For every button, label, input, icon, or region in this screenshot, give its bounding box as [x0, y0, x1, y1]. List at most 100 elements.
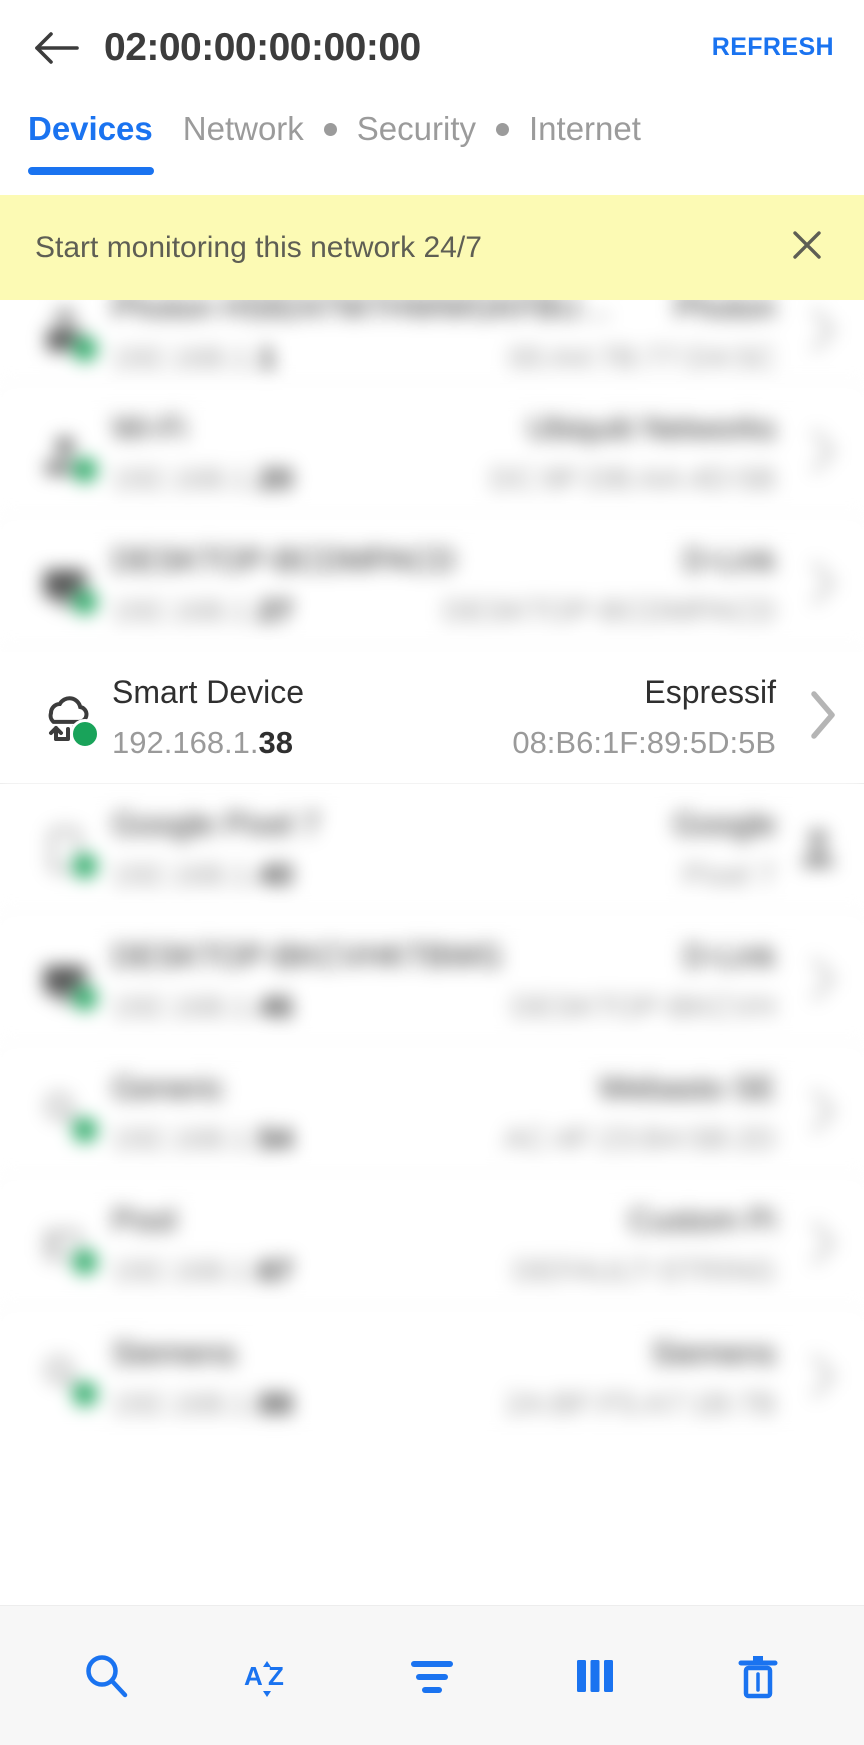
- row-end-slot[interactable]: [782, 559, 838, 612]
- online-status-dot: [70, 1114, 100, 1145]
- device-info: Google Pixel 7 Google 192.168.1.40 Pixel…: [112, 806, 776, 893]
- chevron-right-icon: [808, 1087, 838, 1140]
- row-end-slot[interactable]: [782, 306, 838, 359]
- device-info: Siemens Siemens 192.168.1.88 2A:BF:F5:A7…: [112, 1335, 776, 1422]
- table-row-selected[interactable]: Smart Device Espressif 192.168.1.38 08:B…: [0, 652, 864, 784]
- device-vendor: Custom Pi: [628, 1202, 776, 1238]
- device-mac: 2A:BF:F5:A7:1B:7B: [505, 1385, 776, 1421]
- device-vendor: Ubiquiti Networks: [527, 410, 776, 446]
- row-end-slot[interactable]: [782, 1087, 838, 1140]
- table-row[interactable]: Photon HS8247W7HWWGKFBUNM0-1... Photon 1…: [0, 300, 864, 388]
- device-name: Pool: [112, 1202, 177, 1238]
- tab-internet[interactable]: Internet: [529, 95, 641, 163]
- delete-button[interactable]: [710, 1628, 806, 1724]
- online-status-dot: [70, 850, 100, 881]
- chevron-right-icon: [808, 1352, 838, 1405]
- table-row[interactable]: Wi-Fi Ubiquiti Networks 192.168.1.20 DC:…: [0, 388, 864, 520]
- device-ip: 192.168.1.20: [112, 461, 294, 496]
- device-vendor: D-Link: [683, 542, 776, 578]
- device-icon: [28, 417, 102, 491]
- svg-text:A: A: [244, 1661, 263, 1691]
- search-button[interactable]: [58, 1628, 154, 1724]
- bottom-toolbar: A Z: [0, 1605, 864, 1745]
- device-name: Generic: [112, 1070, 225, 1106]
- chevron-right-icon: [808, 955, 838, 1008]
- device-mac: 08:B6:1F:89:5D:5B: [512, 725, 776, 760]
- device-ip: 192.168.1.27: [112, 593, 294, 628]
- device-mac: DC:9F:DB:AA:4D:5B: [490, 461, 776, 496]
- columns-button[interactable]: [547, 1628, 643, 1724]
- back-button[interactable]: [30, 22, 82, 74]
- tab-devices[interactable]: Devices: [28, 95, 153, 163]
- page-title: 02:00:00:00:00:00: [104, 25, 421, 69]
- chevron-right-icon: [808, 1219, 838, 1272]
- device-mac: DEFAULT-STRING: [513, 1253, 776, 1288]
- device-vendor: Espressif: [644, 674, 776, 710]
- device-icon: [28, 300, 102, 370]
- tab-separator-dot: [496, 122, 510, 136]
- device-vendor: Photon: [674, 300, 776, 325]
- back-arrow-icon: [33, 28, 79, 68]
- columns-icon: [571, 1654, 619, 1698]
- device-name: Photon HS8247W7HWWGKFBUNM0-1...: [112, 300, 632, 325]
- online-status-dot: [70, 586, 100, 617]
- tab-security[interactable]: Security: [357, 95, 476, 163]
- device-vendor: Webasto SE: [598, 1070, 776, 1106]
- device-mac: AC:4F:23:B4:5B:2D: [503, 1121, 776, 1156]
- device-name: Siemens: [112, 1334, 237, 1371]
- table-row[interactable]: DESKTOP-BKCVHKTBWG D-Link 192.168.1.46 D…: [0, 916, 864, 1048]
- device-vendor: D-Link: [683, 938, 776, 974]
- device-info: DESKTOP-BKCVHKTBWG D-Link 192.168.1.46 D…: [112, 938, 776, 1025]
- svg-text:Z: Z: [268, 1661, 284, 1691]
- row-end-slot[interactable]: [782, 955, 838, 1008]
- table-row[interactable]: Google Pixel 7 Google 192.168.1.40 Pixel…: [0, 784, 864, 916]
- device-name: DESKTOP-BKCVHKTBWG: [112, 938, 503, 974]
- row-end-slot[interactable]: [782, 825, 838, 874]
- row-end-slot[interactable]: [782, 1352, 838, 1405]
- device-mac: DESKTOP-BKCVH: [511, 989, 776, 1024]
- device-ip: 192.168.1.88: [112, 1385, 294, 1421]
- sort-button[interactable]: A Z: [221, 1628, 317, 1724]
- table-row[interactable]: Generic Webasto SE 192.168.1.54 AC:4F:23…: [0, 1048, 864, 1180]
- device-info: Photon HS8247W7HWWGKFBUNM0-1... Photon 1…: [112, 300, 776, 376]
- row-end-slot[interactable]: [782, 427, 838, 480]
- row-end-slot[interactable]: [782, 689, 838, 746]
- close-icon: [790, 228, 824, 267]
- device-info: Smart Device Espressif 192.168.1.38 08:B…: [112, 674, 776, 761]
- device-icon: [28, 813, 102, 887]
- chevron-right-icon: [808, 559, 838, 612]
- device-vendor: Siemens: [651, 1334, 777, 1371]
- device-name: Google Pixel 7: [112, 806, 321, 842]
- table-row[interactable]: Siemens Siemens 192.168.1.88 2A:BF:F5:A7…: [0, 1312, 864, 1444]
- online-status-dot: [70, 1379, 100, 1409]
- tab-bar: Devices Network Security Internet: [0, 95, 864, 195]
- device-name: DESKTOP-BCDMPACD: [112, 542, 456, 578]
- sort-az-icon: A Z: [241, 1647, 297, 1705]
- filter-icon: [406, 1654, 458, 1698]
- online-status-dot: [70, 333, 100, 364]
- online-status-dot: [70, 718, 100, 749]
- online-status-dot: [70, 982, 100, 1013]
- row-end-slot[interactable]: [782, 1219, 838, 1272]
- tab-separator-dot: [323, 122, 337, 136]
- app-bar: 02:00:00:00:00:00 REFRESH: [0, 0, 864, 95]
- person-icon: [798, 825, 838, 874]
- device-mac: DESKTOP-BCDMPACD: [442, 593, 776, 628]
- monitoring-banner[interactable]: Start monitoring this network 24/7: [0, 195, 864, 300]
- device-icon: [28, 549, 102, 623]
- device-icon: [28, 1209, 102, 1283]
- banner-close-button[interactable]: [784, 225, 830, 271]
- device-mac: Pixel 7: [682, 857, 776, 892]
- table-row[interactable]: DESKTOP-BCDMPACD D-Link 192.168.1.27 DES…: [0, 520, 864, 652]
- tab-network[interactable]: Network: [183, 95, 304, 163]
- device-icon: [28, 681, 102, 755]
- device-list[interactable]: Photon HS8247W7HWWGKFBUNM0-1... Photon 1…: [0, 300, 864, 1605]
- app-root: 02:00:00:00:00:00 REFRESH Devices Networ…: [0, 0, 864, 1745]
- chevron-right-icon: [806, 689, 838, 746]
- refresh-button[interactable]: REFRESH: [708, 25, 838, 70]
- device-mac: 00:A4:7B:77:D4:5C: [508, 340, 776, 375]
- chevron-right-icon: [808, 427, 838, 480]
- filter-button[interactable]: [384, 1628, 480, 1724]
- device-info: Pool Custom Pi 192.168.1.67 DEFAULT-STRI…: [112, 1202, 776, 1289]
- table-row[interactable]: Pool Custom Pi 192.168.1.67 DEFAULT-STRI…: [0, 1180, 864, 1312]
